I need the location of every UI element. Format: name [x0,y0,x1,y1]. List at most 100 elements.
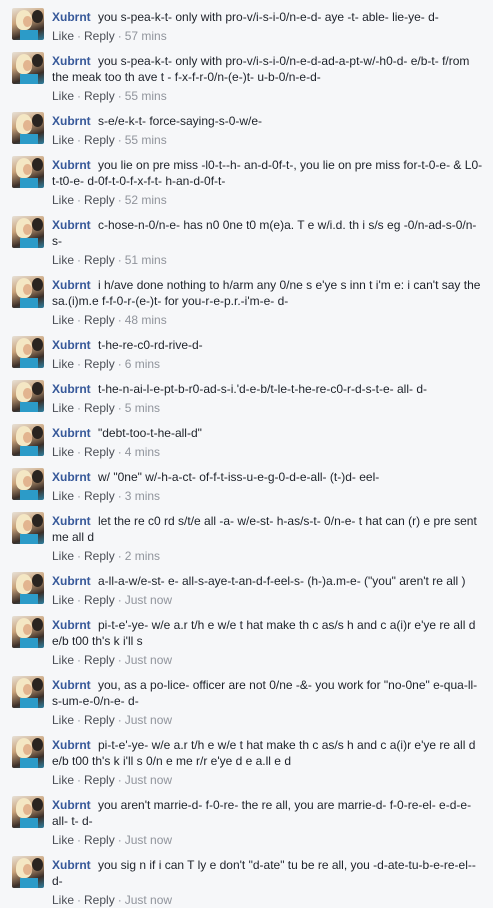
comment-author-link[interactable]: Xubrnt [52,114,94,128]
reply-link[interactable]: Reply [84,593,115,607]
like-link[interactable]: Like [52,89,74,103]
avatar[interactable] [12,856,44,888]
like-link[interactable]: Like [52,357,74,371]
reply-link[interactable]: Reply [84,313,115,327]
comment-actions: Like · Reply · Just now [52,592,485,608]
separator-dot: · [117,313,122,327]
like-link[interactable]: Like [52,401,74,415]
avatar[interactable] [12,276,44,308]
comment-timestamp[interactable]: 52 mins [125,193,167,207]
comment-timestamp[interactable]: Just now [125,593,172,607]
avatar[interactable] [12,616,44,648]
reply-link[interactable]: Reply [84,653,115,667]
comment-author-link[interactable]: Xubrnt [52,158,94,172]
comment-timestamp[interactable]: 6 mins [125,357,160,371]
avatar[interactable] [12,52,44,84]
avatar-face-shape [23,344,32,355]
comment-actions: Like · Reply · 4 mins [52,444,485,460]
comment-timestamp[interactable]: 48 mins [125,313,167,327]
comment-author-link[interactable]: Xubrnt [52,574,94,588]
avatar[interactable] [12,336,44,368]
comment-author-link[interactable]: Xubrnt [52,678,94,692]
avatar[interactable] [12,8,44,40]
like-link[interactable]: Like [52,313,74,327]
comment-author-link[interactable]: Xubrnt [52,338,94,352]
comment-text: t-he-n-ai-l-e-pt-b-r0-ad-s-i.'d-e-b/t-le… [98,382,428,396]
avatar[interactable] [12,216,44,248]
comment-body: Xubrnt i h/ave done nothing to h/arm any… [52,268,485,328]
avatar[interactable] [12,156,44,188]
avatar[interactable] [12,112,44,144]
like-link[interactable]: Like [52,29,74,43]
comment-timestamp[interactable]: 2 mins [125,549,160,563]
like-link[interactable]: Like [52,489,74,503]
comment-author-link[interactable]: Xubrnt [52,218,94,232]
reply-link[interactable]: Reply [84,133,115,147]
reply-link[interactable]: Reply [84,713,115,727]
comment-timestamp[interactable]: Just now [125,773,172,787]
like-link[interactable]: Like [52,445,74,459]
like-link[interactable]: Like [52,193,74,207]
reply-link[interactable]: Reply [84,89,115,103]
comment-timestamp[interactable]: Just now [125,833,172,847]
comment-author-link[interactable]: Xubrnt [52,426,94,440]
avatar-face-shape [23,520,32,531]
comment-timestamp[interactable]: 55 mins [125,89,167,103]
avatar-face-shape [23,432,32,443]
like-link[interactable]: Like [52,713,74,727]
avatar[interactable] [12,572,44,604]
reply-link[interactable]: Reply [84,29,115,43]
avatar[interactable] [12,424,44,456]
comment-timestamp[interactable]: 3 mins [125,489,160,503]
comment-text: s-e/e-k-t- force-saying-s-0-w/e- [98,114,263,128]
comment-timestamp[interactable]: 5 mins [125,401,160,415]
reply-link[interactable]: Reply [84,833,115,847]
reply-link[interactable]: Reply [84,549,115,563]
reply-link[interactable]: Reply [84,893,115,907]
avatar[interactable] [12,380,44,412]
like-link[interactable]: Like [52,653,74,667]
like-link[interactable]: Like [52,893,74,907]
comment-author-link[interactable]: Xubrnt [52,278,94,292]
comment-author-link[interactable]: Xubrnt [52,382,94,396]
avatar-pet-shape [32,738,43,751]
like-link[interactable]: Like [52,549,74,563]
comment-timestamp[interactable]: Just now [125,893,172,907]
comment-author-link[interactable]: Xubrnt [52,738,94,752]
like-link[interactable]: Like [52,833,74,847]
reply-link[interactable]: Reply [84,357,115,371]
avatar[interactable] [12,676,44,708]
avatar[interactable] [12,796,44,828]
reply-link[interactable]: Reply [84,193,115,207]
reply-link[interactable]: Reply [84,253,115,267]
comment-author-link[interactable]: Xubrnt [52,54,94,68]
avatar-pet-shape [32,382,43,395]
comment-content: Xubrnt i h/ave done nothing to h/arm any… [52,277,485,309]
comment-timestamp[interactable]: Just now [125,653,172,667]
comment-timestamp[interactable]: 4 mins [125,445,160,459]
like-link[interactable]: Like [52,253,74,267]
avatar[interactable] [12,736,44,768]
comment-timestamp[interactable]: 57 mins [125,29,167,43]
comment-author-link[interactable]: Xubrnt [52,798,94,812]
reply-link[interactable]: Reply [84,489,115,503]
avatar[interactable] [12,512,44,544]
avatar[interactable] [12,468,44,500]
comment-timestamp[interactable]: 55 mins [125,133,167,147]
comment-author-link[interactable]: Xubrnt [52,470,94,484]
comment-content: Xubrnt t-he-n-ai-l-e-pt-b-r0-ad-s-i.'d-e… [52,381,485,397]
reply-link[interactable]: Reply [84,445,115,459]
comment-actions: Like · Reply · Just now [52,712,485,728]
like-link[interactable]: Like [52,133,74,147]
comment-timestamp[interactable]: 51 mins [125,253,167,267]
comment-author-link[interactable]: Xubrnt [52,10,94,24]
comment-timestamp[interactable]: Just now [125,713,172,727]
reply-link[interactable]: Reply [84,773,115,787]
like-link[interactable]: Like [52,773,74,787]
reply-link[interactable]: Reply [84,401,115,415]
avatar-clothing-shape [20,698,38,708]
comment-author-link[interactable]: Xubrnt [52,514,94,528]
comment-actions: Like · Reply · 48 mins [52,312,485,328]
like-link[interactable]: Like [52,593,74,607]
comment-author-link[interactable]: Xubrnt [52,618,94,632]
